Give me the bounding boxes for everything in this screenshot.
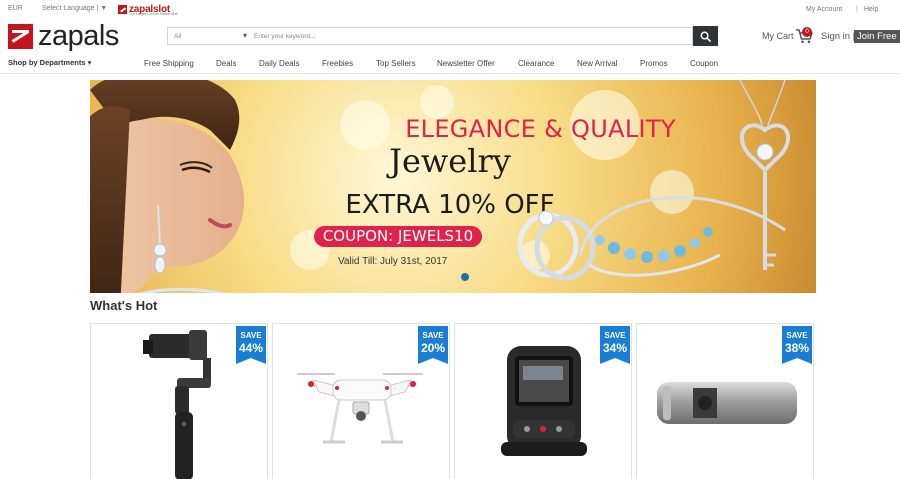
nav-newsletter-offer[interactable]: Newsletter Offer: [437, 59, 495, 68]
nav-deals[interactable]: Deals: [216, 59, 236, 68]
product-card[interactable]: SAVE 20%: [272, 323, 450, 479]
search-button[interactable]: [693, 26, 718, 46]
save-badge: SAVE 34%: [600, 326, 630, 364]
nav-new-arrival[interactable]: New Arrival: [577, 59, 617, 68]
search-category-select[interactable]: All: [174, 33, 181, 40]
nav-daily-deals[interactable]: Daily Deals: [259, 59, 299, 68]
search-icon: [700, 31, 711, 42]
save-label: SAVE: [604, 331, 626, 340]
save-badge: SAVE 44%: [236, 326, 266, 364]
jewelry-image: [517, 80, 791, 281]
top-strip: EUR Select Language | ▼ zapalslot The La…: [0, 0, 900, 18]
my-cart-link[interactable]: My Cart: [762, 31, 794, 41]
banner-coupon-code: COUPON: JEWELS10: [314, 226, 482, 247]
zapalslot-logo-icon: [118, 4, 127, 14]
shop-by-departments[interactable]: Shop by Departments ▾: [8, 58, 91, 67]
nav-divider: [0, 73, 900, 74]
zapals-logo[interactable]: zapals: [8, 19, 119, 52]
zapals-logo-icon: [8, 23, 33, 49]
save-percent: 38%: [784, 341, 810, 355]
chevron-down-icon[interactable]: ▾: [243, 31, 247, 40]
nav-promos[interactable]: Promos: [640, 59, 668, 68]
logo-text: zapals: [38, 19, 119, 52]
banner-valid-date: Valid Till: July 31st, 2017: [338, 256, 448, 267]
carousel-dot[interactable]: [461, 273, 469, 281]
nav-free-shipping[interactable]: Free Shipping: [144, 59, 194, 68]
search-input[interactable]: Enter your keyword...: [254, 33, 315, 40]
promo-banner[interactable]: ELEGANCE & QUALITY Jewelry EXTRA 10% OFF…: [90, 80, 816, 293]
product-card[interactable]: SAVE 38%: [636, 323, 814, 479]
save-label: SAVE: [786, 331, 808, 340]
save-badge: SAVE 38%: [782, 326, 812, 364]
bokeh-light: [420, 85, 454, 119]
save-percent: 34%: [602, 341, 628, 355]
my-account-link[interactable]: My Account: [806, 6, 842, 13]
save-percent: 20%: [420, 341, 446, 355]
save-badge: SAVE 20%: [418, 326, 448, 364]
zapalslot-logo[interactable]: zapalslot The Largest Online Sticker Mal…: [118, 1, 178, 17]
search-bar: All ▾ Enter your keyword...: [167, 27, 693, 45]
nav-top-sellers[interactable]: Top Sellers: [376, 59, 416, 68]
model-portrait-image: [90, 80, 245, 293]
product-card[interactable]: SAVE 34%: [454, 323, 632, 479]
cart-count-badge: 0: [802, 27, 812, 37]
nav-coupon[interactable]: Coupon: [690, 59, 718, 68]
product-card[interactable]: SAVE 44%: [90, 323, 268, 479]
currency-selector[interactable]: EUR: [8, 5, 23, 12]
language-selector[interactable]: Select Language | ▼: [42, 5, 107, 12]
save-percent: 44%: [238, 341, 264, 355]
save-label: SAVE: [422, 331, 444, 340]
help-link[interactable]: Help: [864, 6, 878, 13]
save-label: SAVE: [240, 331, 262, 340]
join-free-button[interactable]: Join Free: [854, 30, 900, 43]
whats-hot-title: What's Hot: [90, 298, 158, 313]
top-separator: |: [856, 6, 858, 13]
nav-freebies[interactable]: Freebies: [322, 59, 353, 68]
sign-in-link[interactable]: Sign in |: [821, 31, 855, 42]
zapalslot-tagline: The Largest Online Sticker Mall: [129, 12, 178, 16]
nav-clearance[interactable]: Clearance: [518, 59, 554, 68]
